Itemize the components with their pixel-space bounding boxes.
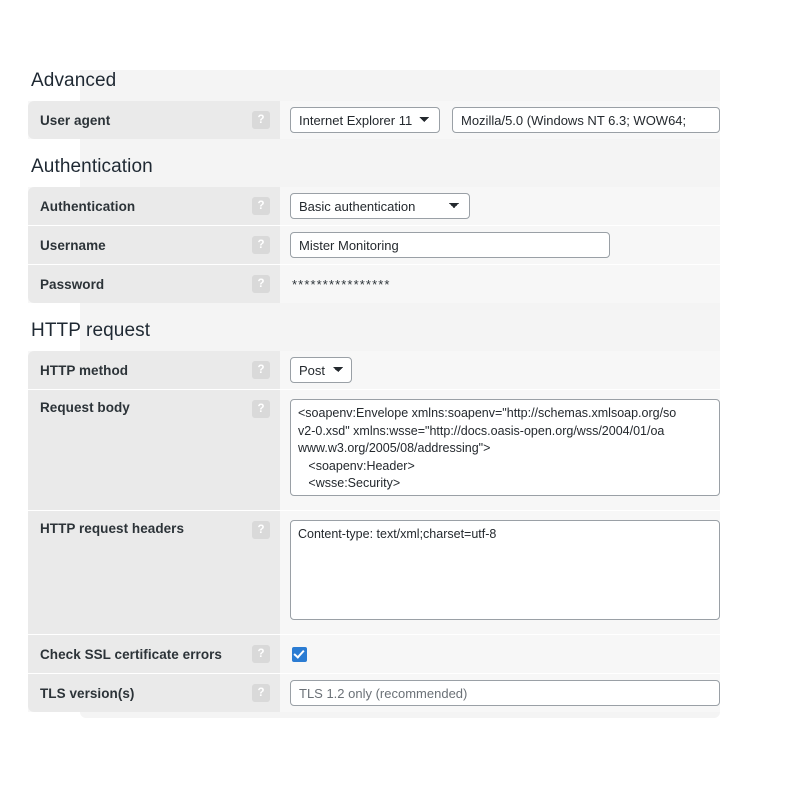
row-value-http-method: Post <box>280 351 720 389</box>
row-tls-versions: TLS version(s) ? <box>28 673 720 712</box>
section-title-authentication: Authentication <box>31 156 153 177</box>
user-agent-string-input[interactable] <box>452 107 720 133</box>
label-http-request-headers: HTTP request headers <box>40 521 185 536</box>
row-check-ssl-certificate-errors: Check SSL certificate errors ? <box>28 634 720 673</box>
row-label-password: Password ? <box>28 265 280 303</box>
row-user-agent: User agent ? Internet Explorer 11 <box>28 101 720 139</box>
row-value-tls-versions <box>280 674 720 712</box>
row-label-request-body: Request body ? <box>28 390 280 510</box>
settings-form: Advanced User agent ? Internet Explorer … <box>0 70 800 712</box>
section-title-advanced: Advanced <box>31 70 117 91</box>
row-http-request-headers: HTTP request headers ? Content-type: tex… <box>28 510 720 634</box>
section-authentication: Authentication Authentication ? Basic au… <box>0 156 800 303</box>
row-label-http-request-headers: HTTP request headers ? <box>28 511 280 634</box>
help-question-icon[interactable]: ? <box>252 361 270 379</box>
help-question-icon[interactable]: ? <box>252 236 270 254</box>
label-user-agent: User agent <box>40 112 111 128</box>
row-label-http-method: HTTP method ? <box>28 351 280 389</box>
row-label-tls-versions: TLS version(s) ? <box>28 674 280 712</box>
row-value-password: **************** <box>280 265 720 303</box>
row-value-request-body: <soapenv:Envelope xmlns:soapenv="http://… <box>280 390 720 510</box>
user-agent-select[interactable]: Internet Explorer 11 <box>290 107 440 133</box>
username-input[interactable] <box>290 232 610 258</box>
row-value-http-request-headers: Content-type: text/xml;charset=utf-8 <box>280 511 720 634</box>
section-advanced: Advanced User agent ? Internet Explorer … <box>0 70 800 139</box>
settings-rows-http-request: HTTP method ? Post Request body ? <soape… <box>28 351 720 712</box>
row-value-authentication: Basic authentication <box>280 187 720 225</box>
settings-page: Advanced User agent ? Internet Explorer … <box>0 0 800 800</box>
request-body-textarea[interactable]: <soapenv:Envelope xmlns:soapenv="http://… <box>290 399 720 496</box>
help-question-icon[interactable]: ? <box>252 275 270 293</box>
row-username: Username ? <box>28 225 720 264</box>
label-check-ssl-certificate-errors: Check SSL certificate errors <box>40 646 222 662</box>
help-question-icon[interactable]: ? <box>252 521 270 539</box>
help-question-icon[interactable]: ? <box>252 111 270 129</box>
label-authentication: Authentication <box>40 198 136 214</box>
row-value-username <box>280 226 720 264</box>
password-masked-value[interactable]: **************** <box>290 277 391 292</box>
authentication-select[interactable]: Basic authentication <box>290 193 470 219</box>
row-request-body: Request body ? <soapenv:Envelope xmlns:s… <box>28 389 720 510</box>
row-http-method: HTTP method ? Post <box>28 351 720 389</box>
settings-rows-authentication: Authentication ? Basic authentication Us… <box>28 187 720 303</box>
http-method-select[interactable]: Post <box>290 357 352 383</box>
help-question-icon[interactable]: ? <box>252 400 270 418</box>
tls-versions-input[interactable] <box>290 680 720 706</box>
row-value-user-agent: Internet Explorer 11 <box>280 101 720 139</box>
label-password: Password <box>40 276 105 292</box>
help-question-icon[interactable]: ? <box>252 684 270 702</box>
row-label-check-ssl-certificate-errors: Check SSL certificate errors ? <box>28 635 280 673</box>
row-value-check-ssl-certificate-errors <box>280 635 720 673</box>
help-question-icon[interactable]: ? <box>252 197 270 215</box>
row-label-user-agent: User agent ? <box>28 101 280 139</box>
check-ssl-certificate-errors-checkbox[interactable] <box>292 646 307 662</box>
section-http-request: HTTP request HTTP method ? Post Request … <box>0 320 800 712</box>
label-request-body: Request body <box>40 400 130 415</box>
label-http-method: HTTP method <box>40 362 129 378</box>
settings-rows-advanced: User agent ? Internet Explorer 11 <box>28 101 720 139</box>
label-tls-versions: TLS version(s) <box>40 685 135 701</box>
section-title-http-request: HTTP request <box>31 320 151 341</box>
http-request-headers-textarea[interactable]: Content-type: text/xml;charset=utf-8 <box>290 520 720 620</box>
row-label-username: Username ? <box>28 226 280 264</box>
row-authentication: Authentication ? Basic authentication <box>28 187 720 225</box>
label-username: Username <box>40 237 106 253</box>
row-label-authentication: Authentication ? <box>28 187 280 225</box>
row-password: Password ? **************** <box>28 264 720 303</box>
help-question-icon[interactable]: ? <box>252 645 270 663</box>
